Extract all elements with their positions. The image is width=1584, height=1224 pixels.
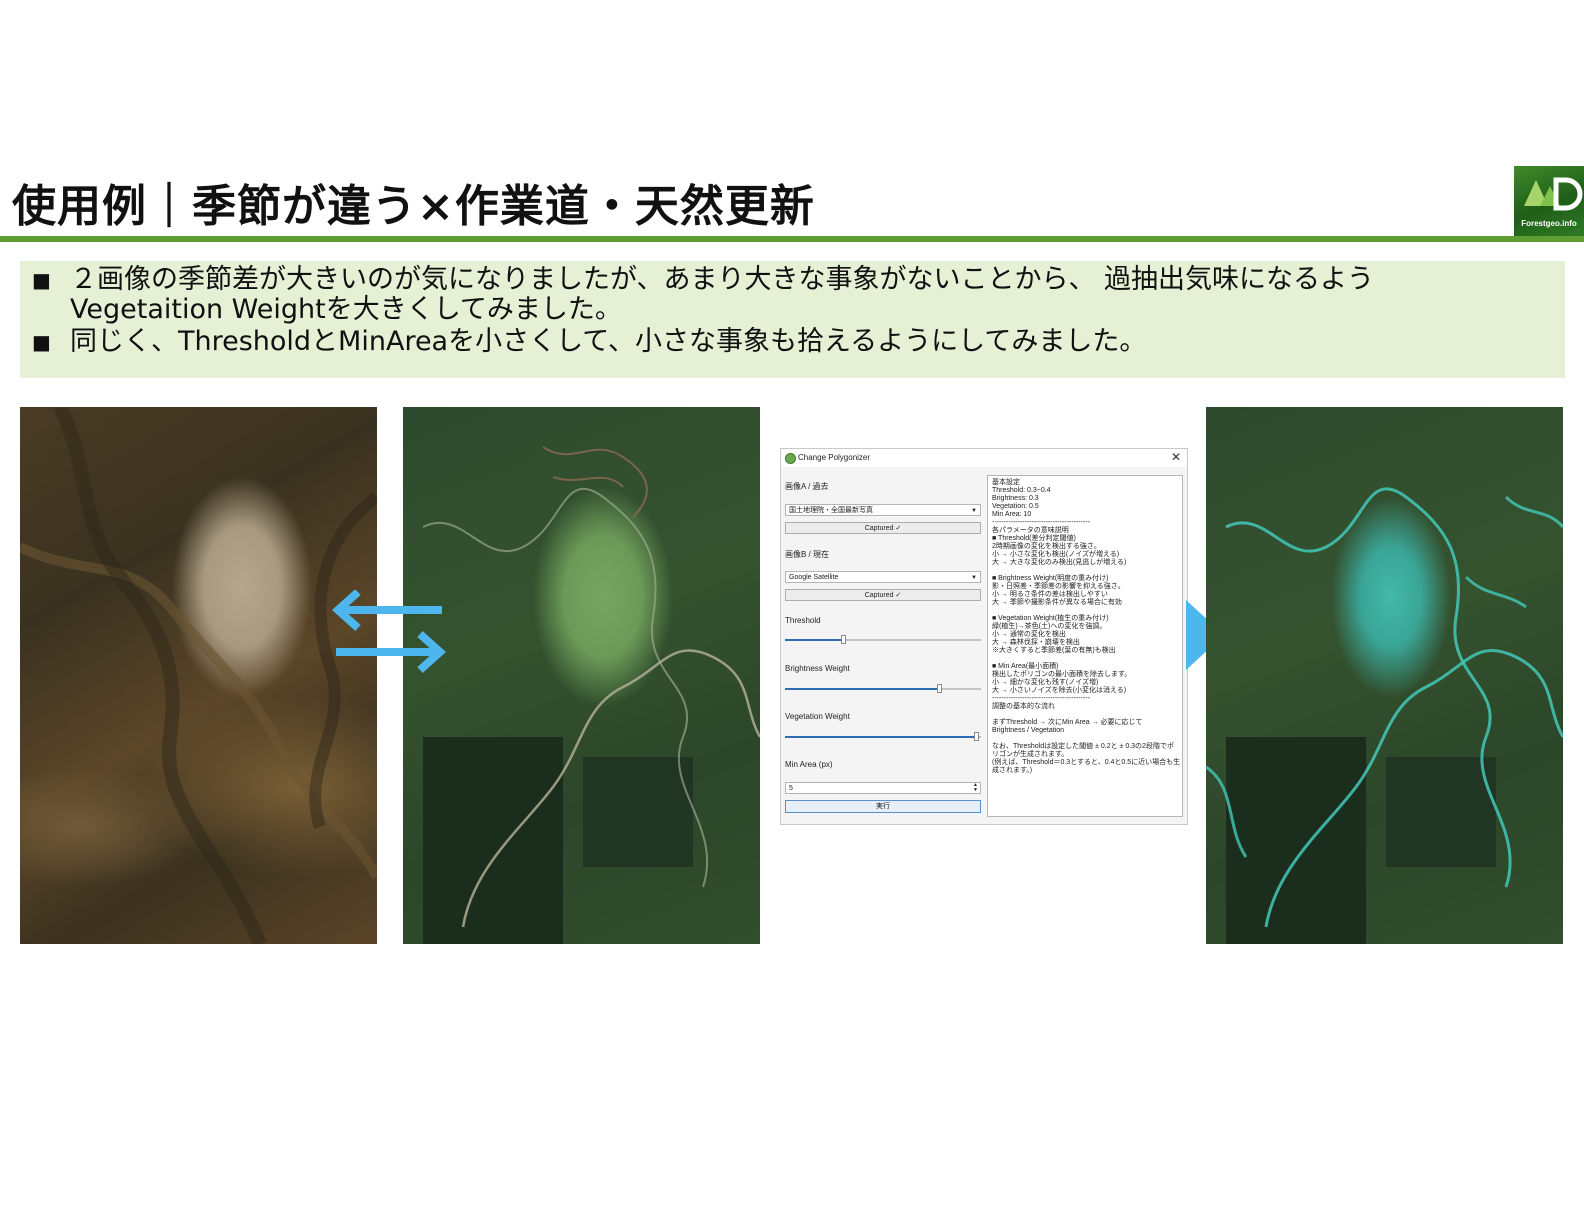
image-b-capture-button[interactable]: Captured ✓ — [785, 589, 981, 601]
help-line: 大 → 森林伐採・崩壊を検出 — [992, 639, 1080, 646]
image-a-select[interactable]: 国土地理院・全国最新写真 ▼ — [785, 504, 981, 516]
bullet-text: 同じく、ThresholdとMinAreaを小さくして、小さな事象も拾えるように… — [70, 326, 1147, 357]
slider-handle[interactable] — [974, 732, 980, 741]
help-line: 緑(植生)→茶色(土)への変化を強調。 — [992, 623, 1107, 630]
min-area-value: 5 — [789, 785, 793, 792]
bullet-item: ■ ２画像の季節差が大きいのが気になりましたが、あまり大きな事象がないことから、… — [32, 265, 1510, 325]
help-line: 各パラメータの意味説明 — [992, 527, 1069, 534]
help-line: 小 → 通常の変化を検出 — [992, 631, 1066, 638]
help-line: ----------------------------------------… — [992, 519, 1090, 526]
help-line — [992, 567, 1178, 575]
page-title: 使用例｜季節が違う×作業道・天然更新 — [12, 181, 815, 232]
help-line: (例えば、Threshold＝0.3とすると、0.4と0.5に近い場合も生 — [992, 759, 1181, 766]
help-line: なお、Thresholdは設定した閾値 ± 0.2と ± 0.3の2段階でポ — [992, 743, 1174, 750]
help-line: 検出したポリゴンの最小面積を除去します。 — [992, 671, 1132, 678]
help-line: 小 → 小さな変化も検出(ノイズが増える) — [992, 551, 1120, 558]
min-area-spinbox[interactable]: 5 ▲ ▼ — [785, 782, 981, 794]
help-line: Brightness / Vegetation — [992, 727, 1064, 734]
bullet-marker: ■ — [32, 330, 51, 354]
title-underline — [0, 236, 1584, 242]
help-line: 大 → 季節や撮影条件が異なる場合に有効 — [992, 599, 1122, 606]
bullet-item: ■ 同じく、ThresholdとMinAreaを小さくして、小さな事象も拾えるよ… — [32, 327, 1510, 357]
image-a-select-value: 国土地理院・全国最新写真 — [789, 507, 873, 514]
image-a-label: 画像A / 過去 — [785, 482, 829, 491]
help-text-panel[interactable]: 基本設定 Threshold: 0.3~0.4 Brightness: 0.3 Veg… — [987, 475, 1183, 817]
help-line — [992, 607, 1178, 615]
bullet-text: ２画像の季節差が大きいのが気になりましたが、あまり大きな事象がないことから、 過… — [70, 264, 1375, 325]
slider-handle[interactable] — [936, 684, 942, 693]
logo-text: Forestgeo.info — [1521, 219, 1577, 228]
help-line — [992, 735, 1178, 743]
satellite-image-result — [1206, 407, 1563, 944]
image-a-capture-button[interactable]: Captured ✓ — [785, 522, 981, 534]
qgis-icon — [785, 453, 796, 464]
help-line: 影・日照差・季節差の影響を抑える強さ。 — [992, 583, 1125, 590]
help-line: Vegetation: 0.5 — [992, 503, 1039, 510]
help-line: 基本設定 — [992, 479, 1020, 486]
help-line — [992, 655, 1178, 663]
help-line: Threshold: 0.3~0.4 — [992, 487, 1051, 494]
image-b-label: 画像B / 現在 — [785, 550, 830, 559]
help-line: 小 → 明るさ条件の差は検出しやすい — [992, 591, 1108, 598]
help-line: まずThreshold → 次にMin Area → 必要に応じて — [992, 719, 1143, 726]
satellite-image-current — [403, 407, 760, 944]
help-line: ■ Vegetation Weight(植生の重み付け) — [992, 615, 1109, 622]
brightness-label: Brightness Weight — [785, 664, 850, 673]
help-line: ■ Threshold(差分判定閾値) — [992, 535, 1076, 542]
help-line: リゴンが生成されます。 — [992, 751, 1069, 758]
help-line — [992, 711, 1178, 719]
vegetation-label: Vegetation Weight — [785, 712, 850, 721]
help-line: ※大きくすると季節差(葉の有無)も検出 — [992, 647, 1116, 654]
help-line: 調整の基本的な流れ — [992, 703, 1055, 710]
help-line: Min Area: 10 — [992, 511, 1032, 518]
help-line: ----------------------------------------… — [992, 695, 1090, 702]
help-line: 大 → 大きな変化のみ検出(見逃しが増える) — [992, 559, 1127, 566]
close-icon[interactable]: ✕ — [1171, 450, 1181, 464]
bullet-marker: ■ — [32, 268, 51, 292]
image-b-select[interactable]: Google Satellite ▼ — [785, 571, 981, 583]
dialog-title: Change Polygonizer — [798, 453, 871, 462]
brightness-slider[interactable] — [785, 684, 981, 694]
swap-arrows-icon — [332, 590, 446, 673]
satellite-image-past — [20, 407, 377, 944]
threshold-label: Threshold — [785, 616, 821, 625]
help-line: Brightness: 0.3 — [992, 495, 1039, 502]
change-polygonizer-dialog: Change Polygonizer ✕ 画像A / 過去 国土地理院・全国最新… — [780, 448, 1188, 825]
help-line: 2時期画像の変化を検出する強さ。 — [992, 543, 1101, 550]
help-line: ■ Min Area(最小面積) — [992, 663, 1059, 670]
forest-road-lines — [422, 446, 760, 928]
chevron-down-icon: ▼ — [971, 575, 977, 581]
spin-arrows-icon[interactable]: ▲ ▼ — [973, 783, 978, 793]
threshold-slider[interactable] — [785, 635, 981, 645]
help-line: 成されます。) — [992, 767, 1033, 774]
help-line: ■ Brightness Weight(明度の重み付け) — [992, 575, 1109, 582]
min-area-label: Min Area (px) — [785, 760, 833, 769]
detected-change-overlay — [1206, 487, 1563, 928]
bullet-box: ■ ２画像の季節差が大きいのが気になりましたが、あまり大きな事象がないことから、… — [20, 261, 1565, 378]
terrain-texture-past — [20, 407, 377, 944]
chevron-down-icon: ▼ — [971, 508, 977, 514]
help-line: 大 → 小さいノイズを除去(小変化は消える) — [992, 687, 1127, 694]
image-b-select-value: Google Satellite — [789, 574, 839, 581]
vegetation-slider[interactable] — [785, 732, 981, 742]
dialog-titlebar: Change Polygonizer ✕ — [781, 449, 1187, 467]
run-button[interactable]: 実行 — [785, 800, 981, 813]
help-line: 小 → 細かな変化も残す(ノイズ増) — [992, 679, 1099, 686]
slider-handle[interactable] — [840, 635, 846, 644]
forestgeo-logo: Forestgeo.info — [1514, 166, 1584, 236]
